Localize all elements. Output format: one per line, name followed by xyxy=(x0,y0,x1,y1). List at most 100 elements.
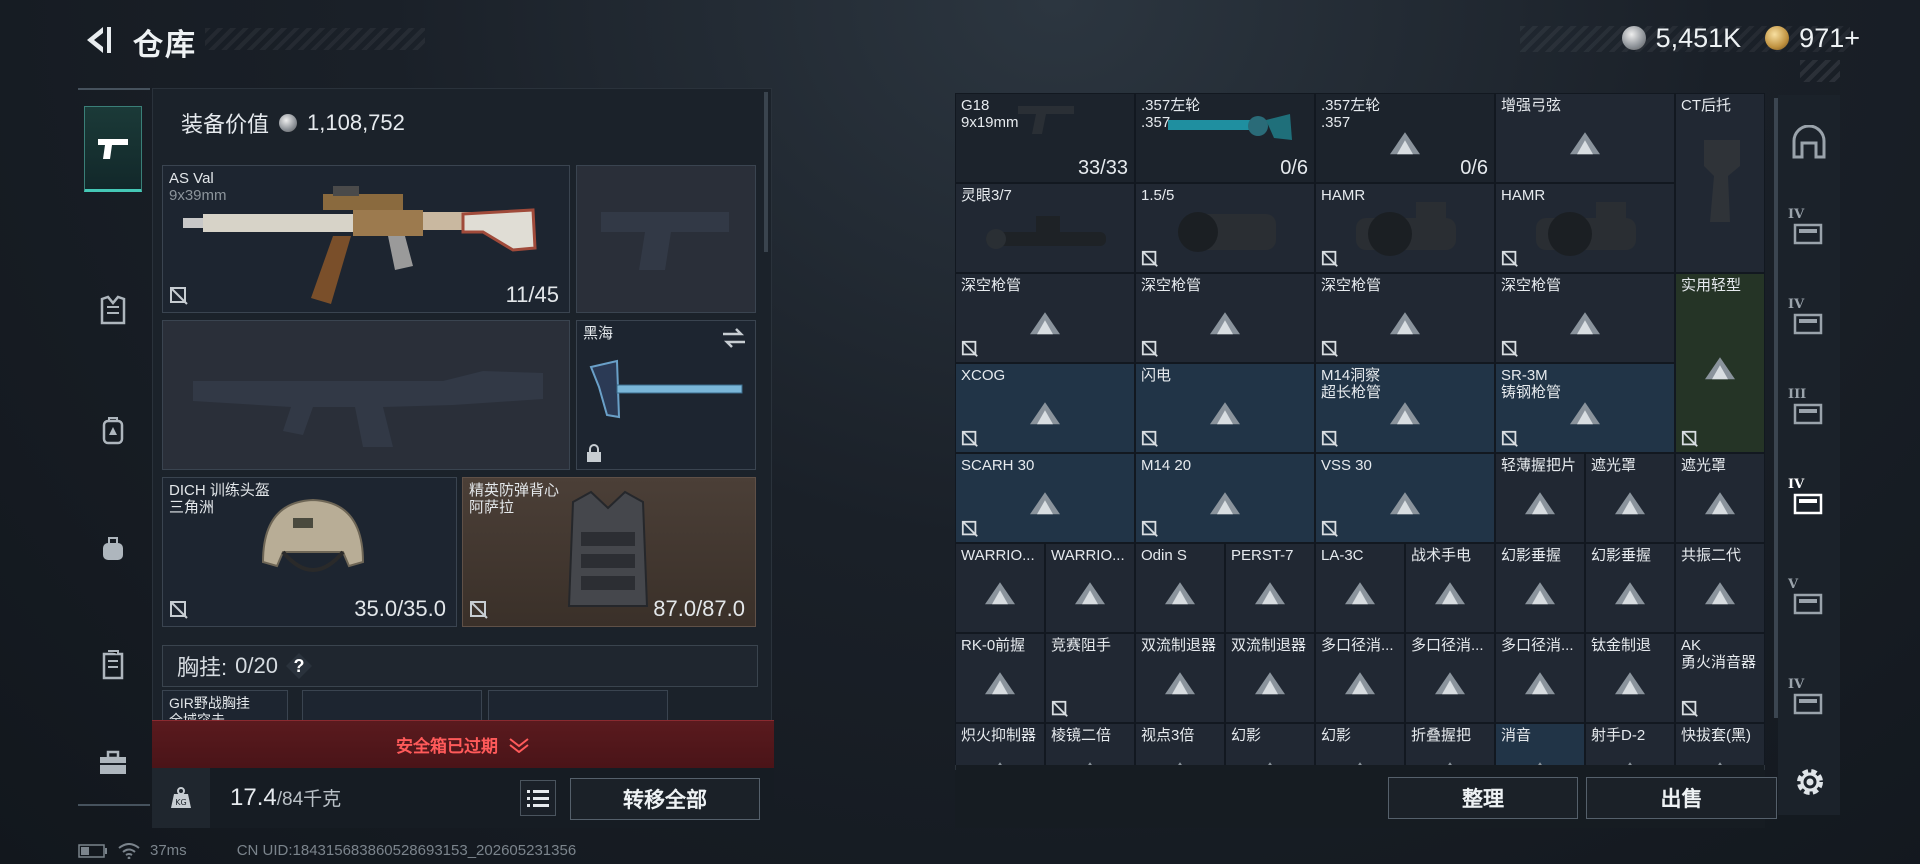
storage-item[interactable]: 炽火抑制器 xyxy=(955,723,1045,765)
nav-container-top[interactable] xyxy=(1782,105,1836,179)
storage-item[interactable]: 深空枪管 xyxy=(955,273,1135,363)
storage-item-count: 0/6 xyxy=(1460,157,1488,179)
nav-toolbox[interactable] xyxy=(84,738,142,788)
nav-backpack[interactable] xyxy=(84,388,142,474)
storage-item[interactable]: 棱镜二倍 xyxy=(1045,723,1135,765)
storage-item[interactable]: 战术手电 xyxy=(1405,543,1495,633)
gold-coin-icon xyxy=(1765,26,1790,50)
storage-item-label: 深空枪管 xyxy=(1321,277,1382,294)
storage-item[interactable]: PERST-7 xyxy=(1225,543,1315,633)
melee-slot[interactable]: 黑海 xyxy=(576,320,756,470)
nav-container-tier[interactable]: IV xyxy=(1782,195,1836,269)
storage-item[interactable]: M14 20 xyxy=(1135,453,1315,543)
storage-item[interactable]: 闪电 xyxy=(1135,363,1315,453)
storage-item[interactable]: 双流制退器 xyxy=(1135,633,1225,723)
scope-icon xyxy=(986,216,1106,249)
nav-container-tier[interactable]: IV xyxy=(1782,285,1836,359)
list-view-button[interactable] xyxy=(520,780,556,816)
nav-armor[interactable] xyxy=(84,268,142,354)
as-val-rifle-icon xyxy=(183,186,537,304)
storage-item[interactable]: 1.5/5 xyxy=(1135,183,1315,273)
storage-item[interactable]: WARRIO... xyxy=(955,543,1045,633)
helmet-slot[interactable]: DICH 训练头盔 三角洲 35.0/35.0 xyxy=(162,477,457,627)
storage-item[interactable]: 双流制退器 xyxy=(1225,633,1315,723)
storage-item[interactable]: 多口径消... xyxy=(1495,633,1585,723)
tier-label: IV xyxy=(1788,677,1805,692)
storage-item[interactable]: 竞赛阻手 xyxy=(1045,633,1135,723)
nav-container-tier[interactable]: V xyxy=(1782,565,1836,639)
storage-item[interactable]: 射手D-2 xyxy=(1585,723,1675,765)
equipment-scrollbar[interactable] xyxy=(764,92,768,252)
settings-button[interactable] xyxy=(1790,762,1830,802)
nav-container-tier[interactable]: IV xyxy=(1782,465,1836,539)
nav-case[interactable] xyxy=(84,622,142,708)
storage-item[interactable]: 幻影 xyxy=(1225,723,1315,765)
storage-item[interactable]: AK 勇火消音器 xyxy=(1675,633,1765,723)
storage-item[interactable]: CT后托 xyxy=(1675,93,1765,273)
storage-item[interactable]: .357左轮 .357 0/6 xyxy=(1315,93,1495,183)
storage-item[interactable]: RK-0前握 xyxy=(955,633,1045,723)
delta-rank-icon xyxy=(1435,582,1465,605)
storage-item-label: 多口径消... xyxy=(1321,637,1394,654)
storage-item[interactable]: SR-3M 铸钢枪管 xyxy=(1495,363,1675,453)
storage-item[interactable]: 幻影 xyxy=(1315,723,1405,765)
storage-item[interactable]: 快拔套(黑) xyxy=(1675,723,1765,765)
storage-item[interactable]: 钛金制退 xyxy=(1585,633,1675,723)
storage-item[interactable]: HAMR xyxy=(1495,183,1675,273)
storage-item[interactable]: 幻影垂握 xyxy=(1495,543,1585,633)
storage-item-label: 钛金制退 xyxy=(1591,637,1652,654)
storage-item[interactable]: XCOG xyxy=(955,363,1135,453)
storage-item[interactable]: 深空枪管 xyxy=(1495,273,1675,363)
storage-item[interactable]: 多口径消... xyxy=(1405,633,1495,723)
storage-item-label: AK 勇火消音器 xyxy=(1681,637,1757,671)
storage-item[interactable]: 幻影垂握 xyxy=(1585,543,1675,633)
tier-label: V xyxy=(1788,577,1799,592)
nav-pouch[interactable] xyxy=(84,506,142,592)
storage-item[interactable]: 增强弓弦 xyxy=(1495,93,1675,183)
storage-item[interactable]: 折叠握把 xyxy=(1405,723,1495,765)
storage-item[interactable]: VSS 30 xyxy=(1315,453,1495,543)
storage-item[interactable]: M14洞察 超长枪管 xyxy=(1315,363,1495,453)
swap-icon[interactable] xyxy=(721,327,747,349)
storage-item[interactable]: .357左轮 .357 0/6 xyxy=(1135,93,1315,183)
armor-slot[interactable]: 精英防弹背心 阿萨拉 87.0/87.0 xyxy=(462,477,756,627)
storage-item-label: 射手D-2 xyxy=(1591,727,1646,744)
storage-item[interactable]: 深空枪管 xyxy=(1315,273,1495,363)
storage-item[interactable]: 多口径消... xyxy=(1315,633,1405,723)
nav-container-tier[interactable]: III xyxy=(1782,375,1836,449)
safebox-expired-banner[interactable]: 安全箱已过期 xyxy=(152,720,774,768)
storage-item[interactable]: 共振二代 xyxy=(1675,543,1765,633)
storage-item[interactable]: G18 9x19mm 33/33 xyxy=(955,93,1135,183)
storage-item[interactable]: LA-3C xyxy=(1315,543,1405,633)
storage-item[interactable]: 遮光罩 xyxy=(1675,453,1765,543)
storage-item[interactable]: SCARH 30 xyxy=(955,453,1135,543)
help-icon[interactable]: ? xyxy=(285,653,312,679)
primary-weapon-slot[interactable]: AS Val 9x39mm 11/45 xyxy=(162,165,570,313)
storage-item[interactable]: 实用轻型 xyxy=(1675,273,1765,453)
transfer-all-button[interactable]: 转移全部 xyxy=(570,778,760,820)
back-button[interactable] xyxy=(78,20,118,60)
storage-item[interactable]: 消音 xyxy=(1495,723,1585,765)
vest-icon xyxy=(100,295,126,325)
gold-amount[interactable]: 971+ xyxy=(1799,23,1860,54)
warehouse-screen: { "header": {"title": "仓库", "silver": "5… xyxy=(0,0,1920,864)
storage-item[interactable]: Odin S xyxy=(1135,543,1225,633)
secondary-weapon-slot-empty[interactable] xyxy=(162,320,570,470)
armor-name: 精英防弹背心 xyxy=(469,482,560,499)
delta-rank-icon xyxy=(1448,762,1452,765)
storage-item-label: HAMR xyxy=(1321,187,1366,204)
storage-item[interactable]: 视点3倍 xyxy=(1135,723,1225,765)
storage-item[interactable]: 深空枪管 xyxy=(1135,273,1315,363)
storage-item[interactable]: HAMR xyxy=(1315,183,1495,273)
storage-item[interactable]: WARRIO... xyxy=(1045,543,1135,633)
nav-container-tier[interactable]: IV xyxy=(1782,665,1836,739)
nav-weapons[interactable] xyxy=(84,106,142,192)
storage-item-count: 33/33 xyxy=(1077,157,1128,179)
organize-button[interactable]: 整理 xyxy=(1388,777,1578,819)
storage-item[interactable]: 遮光罩 xyxy=(1585,453,1675,543)
pistol-slot-empty[interactable] xyxy=(576,165,756,313)
sell-button[interactable]: 出售 xyxy=(1586,777,1777,819)
storage-item[interactable]: 轻薄握把片 xyxy=(1495,453,1585,543)
page-title: 仓库 xyxy=(133,29,197,62)
storage-item[interactable]: 灵眼3/7 xyxy=(955,183,1135,273)
